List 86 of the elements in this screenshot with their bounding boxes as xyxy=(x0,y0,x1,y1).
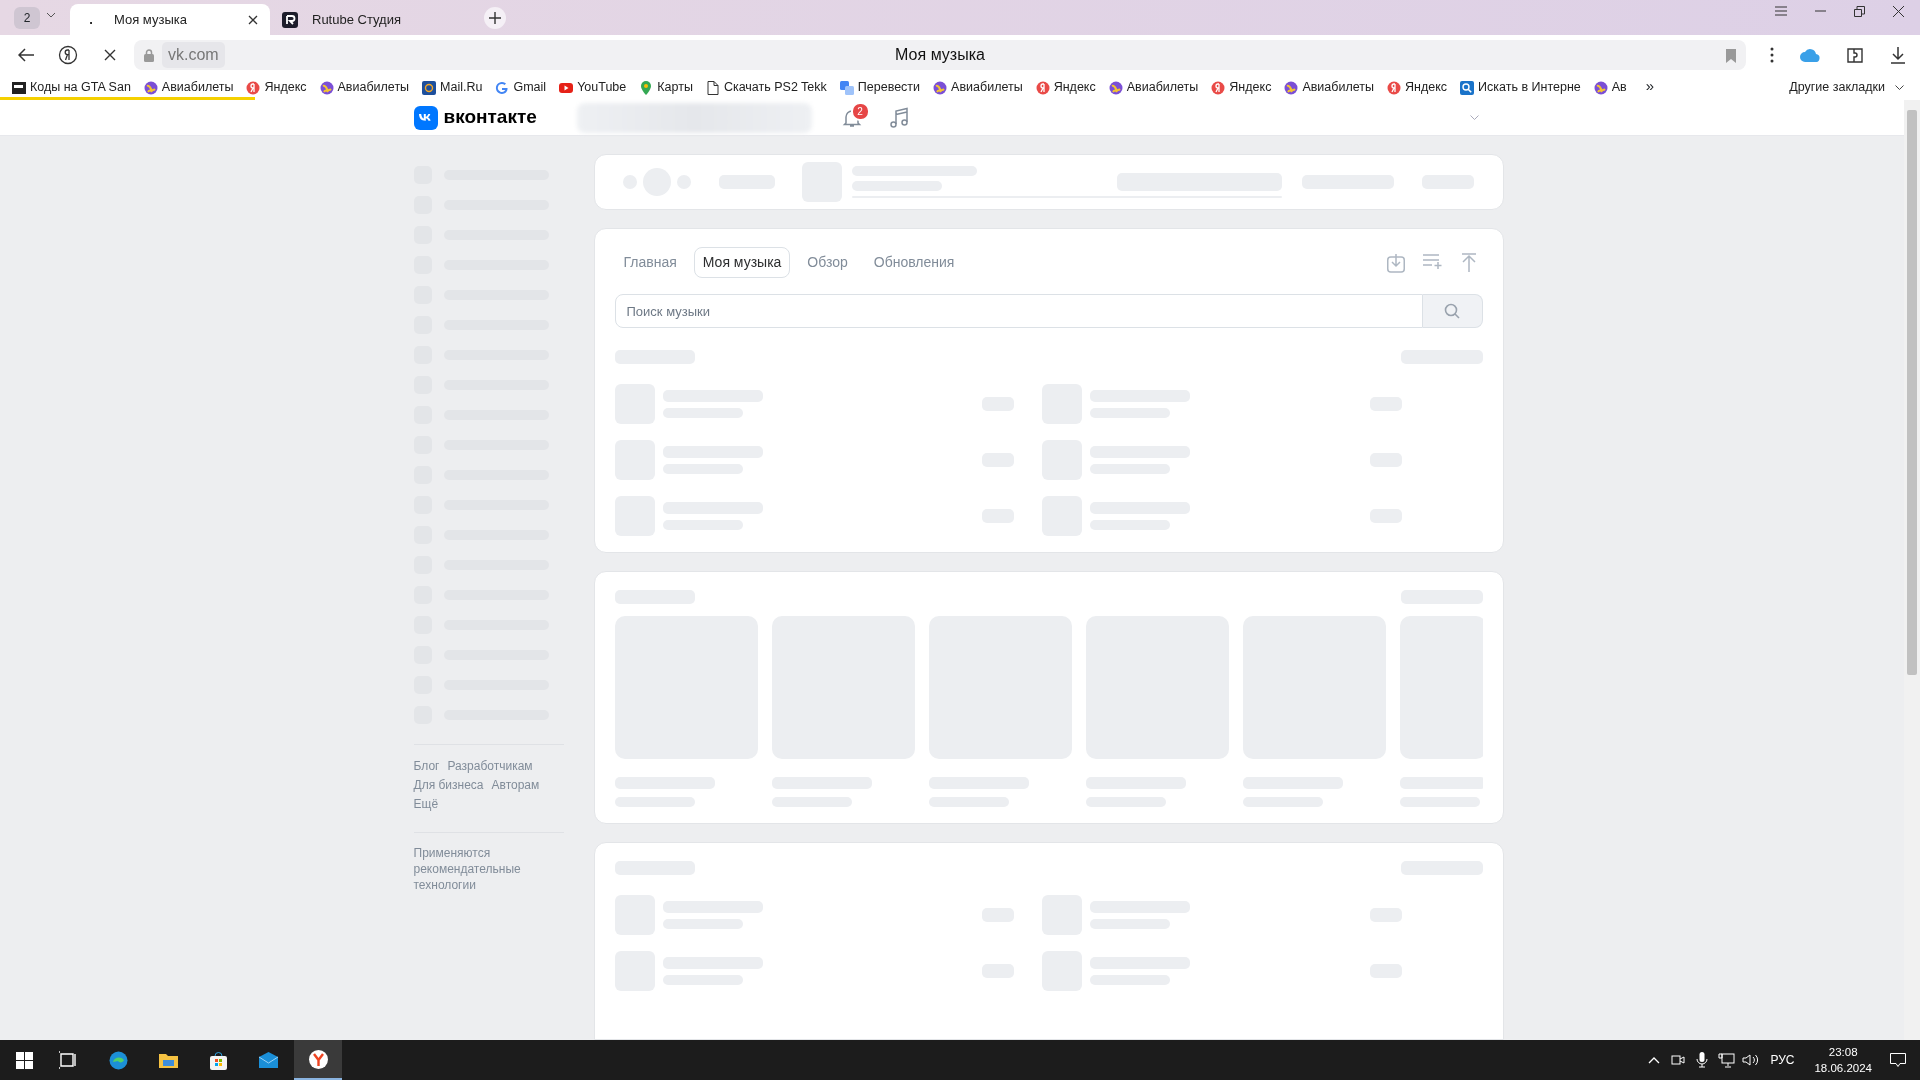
language-indicator[interactable]: РУС xyxy=(1770,1051,1795,1069)
search-icon xyxy=(1460,80,1475,95)
other-bookmarks[interactable]: Другие закладки xyxy=(1789,78,1904,97)
cloud-icon[interactable] xyxy=(1800,48,1820,62)
clock-time[interactable]: 23:08 xyxy=(1828,1044,1858,1060)
search-icon xyxy=(1444,303,1460,319)
globe-icon xyxy=(1284,80,1299,95)
close-icon[interactable] xyxy=(1893,6,1904,17)
globe-icon xyxy=(143,80,158,95)
bookmark[interactable]: Коды на GTA San xyxy=(12,78,131,97)
play-icon xyxy=(559,80,574,95)
globe-icon xyxy=(1108,80,1123,95)
search-field[interactable]: Поиск музыки xyxy=(614,294,1423,328)
vk-logo[interactable]: вконтакте xyxy=(413,103,564,132)
task-view-icon[interactable] xyxy=(57,1049,79,1071)
google-logo-icon xyxy=(495,80,510,95)
bookmark[interactable]: Авиабилеты xyxy=(933,78,1023,97)
extensions-icon[interactable] xyxy=(1846,46,1864,64)
map-pin-icon xyxy=(639,80,654,95)
chevron-up-icon[interactable] xyxy=(1648,1056,1661,1064)
yandex-logo-icon xyxy=(246,80,261,95)
address-field[interactable]: vk.com xyxy=(162,42,225,68)
microphone-icon[interactable] xyxy=(1696,1052,1709,1068)
vk-logo-icon xyxy=(413,105,438,130)
bookmark[interactable]: Яндекс xyxy=(1387,78,1448,97)
bookmark[interactable]: Перевести xyxy=(839,78,921,97)
globe-icon xyxy=(319,80,334,95)
translate-icon xyxy=(839,80,854,95)
close-icon xyxy=(104,49,116,61)
chevron-down-icon[interactable] xyxy=(46,11,56,18)
scrollbar[interactable] xyxy=(1904,100,1920,1040)
yandex-logo-icon xyxy=(1387,80,1401,95)
bookmark[interactable]: Яндекс xyxy=(1035,78,1096,97)
notifications-icon[interactable] xyxy=(1890,1052,1906,1068)
notification-badge: 2 xyxy=(850,101,870,121)
yandex-logo-icon xyxy=(1211,80,1226,95)
start-icon[interactable] xyxy=(13,1049,35,1071)
bookmark[interactable]: Яндекс xyxy=(1211,78,1272,97)
bookmark[interactable]: Карты xyxy=(639,78,693,97)
mail-icon[interactable] xyxy=(257,1049,279,1071)
browser-tab[interactable]: . Моя музыка xyxy=(70,4,270,35)
music-note-icon[interactable] xyxy=(888,106,909,129)
music-tab[interactable]: Главная xyxy=(614,247,686,278)
more-bookmarks-button[interactable]: » xyxy=(1645,74,1655,98)
chevron-down-icon xyxy=(1895,85,1904,90)
bookmark[interactable]: YouTube xyxy=(559,78,627,97)
more-icon[interactable] xyxy=(1770,47,1774,63)
clock-date[interactable]: 18.06.2024 xyxy=(1814,1060,1872,1076)
music-tab[interactable]: Моя музыка xyxy=(693,247,791,278)
bookmark[interactable]: Яндекс xyxy=(246,78,307,97)
bookmark[interactable]: Авиабилеты xyxy=(319,78,410,97)
blurred-search-field[interactable] xyxy=(576,102,812,133)
bookmark[interactable]: Gmail xyxy=(495,78,547,97)
download-icon[interactable] xyxy=(1890,46,1906,64)
plus-icon xyxy=(489,12,501,24)
bookmark[interactable]: Авиабилеты xyxy=(1284,78,1374,97)
camera-icon[interactable] xyxy=(1671,1053,1686,1067)
browser-tab[interactable]: Rutube Студия xyxy=(270,4,470,35)
speaker-icon[interactable] xyxy=(1741,1053,1759,1067)
document-icon xyxy=(705,80,720,95)
new-tab-button[interactable] xyxy=(484,7,506,29)
globe-icon xyxy=(1593,80,1608,95)
rutube-logo-icon xyxy=(282,12,298,29)
yandex-browser-icon[interactable] xyxy=(307,1048,329,1070)
bookmark[interactable]: Скачать PS2 Tekk xyxy=(705,78,827,97)
tab-counter[interactable]: 2 xyxy=(14,7,40,29)
bookmark[interactable]: Ав xyxy=(1593,78,1627,97)
restore-icon[interactable] xyxy=(1854,6,1865,17)
music-tab[interactable]: Обновления xyxy=(864,247,964,278)
yandex-logo-icon xyxy=(58,45,78,65)
bookmark[interactable]: Авиабилеты xyxy=(1108,78,1199,97)
edge-browser-icon[interactable] xyxy=(107,1049,129,1071)
menu-icon[interactable] xyxy=(1775,6,1787,16)
yandex-logo-icon xyxy=(1035,80,1050,95)
bookmark[interactable]: Mail.Ru xyxy=(422,78,483,97)
recommendation-note: Применяются рекомендательные технологии xyxy=(413,845,522,893)
bookmark[interactable]: Искать в Интерне xyxy=(1460,78,1581,97)
store-icon[interactable] xyxy=(207,1049,229,1071)
network-icon[interactable] xyxy=(1717,1052,1735,1068)
page-title: Моя музыка xyxy=(895,45,985,65)
music-tab[interactable]: Обзор xyxy=(798,247,857,278)
back-arrow-icon xyxy=(18,48,34,62)
bookmark[interactable]: Авиабилеты xyxy=(143,78,234,97)
close-icon[interactable] xyxy=(248,15,258,26)
globe-icon xyxy=(933,80,948,95)
lock-icon xyxy=(144,48,154,62)
